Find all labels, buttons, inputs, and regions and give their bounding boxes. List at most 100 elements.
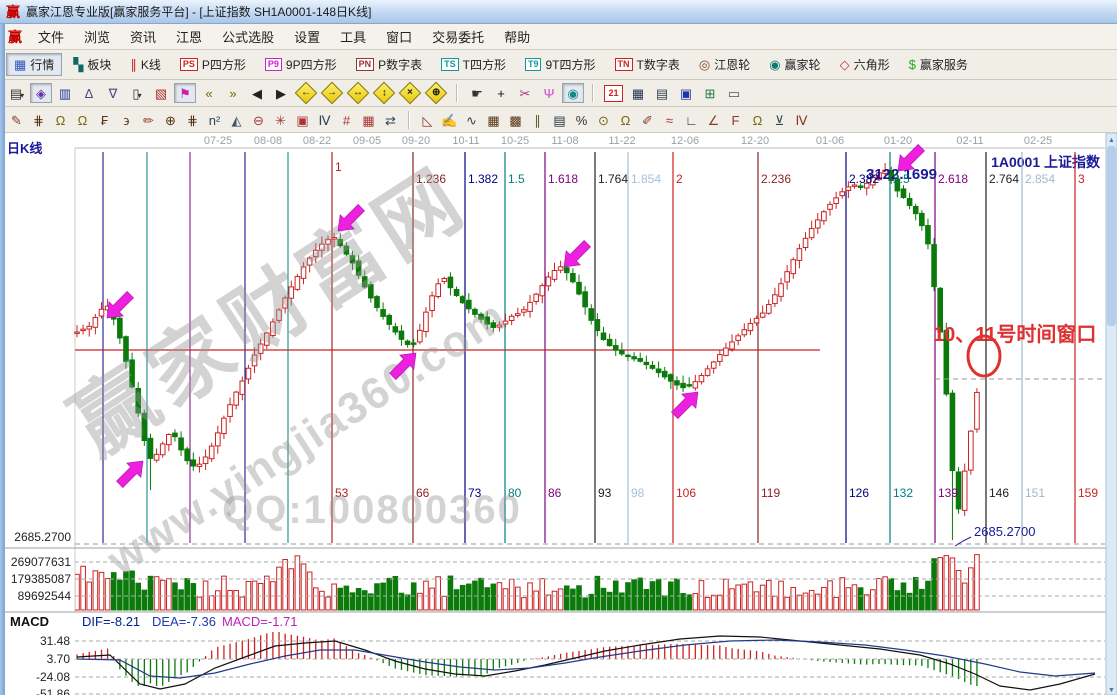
angle-tool-4-icon[interactable]: ▩ [505,110,526,130]
step-prev-icon[interactable]: ◀ [246,83,268,103]
menu-item-4[interactable]: 公式选股 [212,24,284,49]
angle-tool-0-icon[interactable]: ◺ [417,110,438,130]
angle-tool-5-icon[interactable]: ∥ [527,110,548,130]
gann-tool-11-icon[interactable]: ⊖ [248,110,269,130]
flag-tool-icon[interactable]: ⚑ [174,83,196,103]
angle-tool-2-icon[interactable]: ∿ [461,110,482,130]
angle-tool-8-icon[interactable]: ⊙ [593,110,614,130]
toolbar-p-square-button[interactable]: PSP四方形 [172,53,254,76]
toolbar-9p-square-button[interactable]: P99P四方形 [257,53,345,76]
angle-tool-16-icon[interactable]: ⊻ [769,110,790,130]
notes-icon[interactable]: ▤ [651,83,673,103]
toolbar-kline-button[interactable]: ∥K线 [122,53,169,76]
angle-tool-14-icon[interactable]: F [725,110,746,130]
pan-left-icon[interactable]: ← [295,82,318,105]
calculator-icon[interactable]: ▦ [627,83,649,103]
gann-tool-10-icon[interactable]: ◭ [226,110,247,130]
svg-text:07-25: 07-25 [204,135,232,147]
gann-tool-5-icon[interactable]: ϶ [116,110,137,130]
angle-tool-7-icon[interactable]: % [571,110,592,130]
menu-item-1[interactable]: 浏览 [74,24,120,49]
chart-style-dropdown-icon[interactable]: ▤▾ [6,83,28,103]
smart-tool-icon[interactable]: ◉ [562,83,584,103]
zoom-h-icon[interactable]: ↔ [347,82,370,105]
print-icon[interactable]: ▭ [723,83,745,103]
toolbar-hexagon-button[interactable]: ◇六角形 [832,53,898,76]
wave-tool-icon[interactable]: Ψ [538,83,560,103]
svg-text:2.5: 2.5 [893,172,910,186]
quote-detail-icon[interactable]: ▥ [54,83,76,103]
angle-tool-1-icon[interactable]: ✍ [439,110,460,130]
skip-last-icon[interactable]: » [222,83,244,103]
menu-item-5[interactable]: 设置 [284,24,330,49]
title-bar[interactable]: 赢 赢家江恩专业版[赢家服务平台] - [上证指数 SH1A0001-148日K… [0,0,1117,24]
gann-tool-1-icon[interactable]: ⋕ [28,110,49,130]
gann-tool-15-icon[interactable]: # [336,110,357,130]
chart-canvas[interactable]: 07-2508-0808-2209-0509-2010-1110-2511-08… [0,133,1117,695]
gann-tool-2-icon[interactable]: Ω [50,110,71,130]
menu-items: 文件浏览资讯江恩公式选股设置工具窗口交易委托帮助 [28,24,540,49]
gann-tool-0-icon[interactable]: ✎ [6,110,27,130]
angle-tool-11-icon[interactable]: ≈ [659,110,680,130]
chart-area[interactable]: 07-2508-0808-2209-0509-2010-1110-2511-08… [0,133,1117,695]
svg-text:01-20: 01-20 [884,135,912,147]
menu-item-8[interactable]: 交易委托 [422,24,494,49]
gann-tool-14-icon[interactable]: Ⅳ [314,110,335,130]
menu-item-3[interactable]: 江恩 [166,24,212,49]
pan-hand-icon[interactable]: ☛ [466,83,488,103]
toolbar-sectors-button[interactable]: ▚板块 [65,53,119,76]
angle-tool-10-icon[interactable]: ✐ [637,110,658,130]
gann-tool-9-icon[interactable]: n² [204,110,225,130]
menu-item-9[interactable]: 帮助 [494,24,540,49]
skip-first-icon[interactable]: « [198,83,220,103]
bars-9-icon[interactable]: ∇ [102,83,124,103]
gann-tool-13-icon[interactable]: ▣ [292,110,313,130]
step-next-icon[interactable]: ▶ [270,83,292,103]
gann-pattern-tool-icon[interactable]: ◈ [30,83,52,103]
menu-item-0[interactable]: 文件 [28,24,74,49]
svg-text:93: 93 [598,486,612,500]
gann-tool-4-icon[interactable]: ₣ [94,110,115,130]
save-icon[interactable]: ▣ [675,83,697,103]
gann-tool-3-icon[interactable]: Ω [72,110,93,130]
menu-item-2[interactable]: 资讯 [120,24,166,49]
toolbar-gann-wheel-button[interactable]: ◎江恩轮 [691,53,758,76]
angle-tool-17-icon[interactable]: Ⅳ [791,110,812,130]
gann-tool-17-icon[interactable]: ⇄ [380,110,401,130]
gann-tool-6-icon[interactable]: ✏ [138,110,159,130]
calendar-icon[interactable]: 21 [604,85,623,102]
center-view-icon[interactable]: ⊕ [425,82,448,105]
gann-tool-12-icon[interactable]: ✳ [270,110,291,130]
crosshair-icon[interactable]: + [490,83,512,103]
angle-tool-13-icon[interactable]: ∠ [703,110,724,130]
bars-3-icon[interactable]: ∆ [78,83,100,103]
toolbar-p-number-table-button[interactable]: PNP数字表 [348,53,431,76]
gann-tool-7-icon[interactable]: ⊕ [160,110,181,130]
toolbar-quotes-button[interactable]: ▦行情 [6,53,62,76]
gann-tool-16-icon[interactable]: ▦ [358,110,379,130]
angle-tool-9-icon[interactable]: Ω [615,110,636,130]
menu-item-7[interactable]: 窗口 [376,24,422,49]
angle-tool-15-icon[interactable]: Ω [747,110,768,130]
winner-wheel-label: 赢家轮 [785,56,821,73]
pattern-box-icon[interactable]: ▧ [150,83,172,103]
menu-item-6[interactable]: 工具 [330,24,376,49]
gann-tool-8-icon[interactable]: ⋕ [182,110,203,130]
angle-tool-3-icon[interactable]: ▦ [483,110,504,130]
candle-dropdown-icon[interactable]: ▯▾ [126,83,148,103]
toolbar-t-number-table-button[interactable]: TNT数字表 [607,53,688,76]
svg-text:1.618: 1.618 [548,172,578,186]
zoom-reset-icon[interactable]: × [399,82,422,105]
toolbar-9t-square-button[interactable]: T99T四方形 [517,53,604,76]
zoom-v-icon[interactable]: ↕ [373,82,396,105]
svg-text:02-11: 02-11 [956,135,983,147]
measure-tool-icon[interactable]: ✂ [514,83,536,103]
pan-right-icon[interactable]: → [321,82,344,105]
angle-tool-12-icon[interactable]: ∟ [681,110,702,130]
angle-tool-6-icon[interactable]: ▤ [549,110,570,130]
toolbar-t-square-button[interactable]: TST四方形 [433,53,514,76]
toolbar-winner-service-button[interactable]: $赢家服务 [901,53,976,76]
network-icon[interactable]: ⊞ [699,83,721,103]
toolbar-winner-wheel-button[interactable]: ◉赢家轮 [761,53,828,76]
quotes-icon: ▦ [14,58,26,71]
